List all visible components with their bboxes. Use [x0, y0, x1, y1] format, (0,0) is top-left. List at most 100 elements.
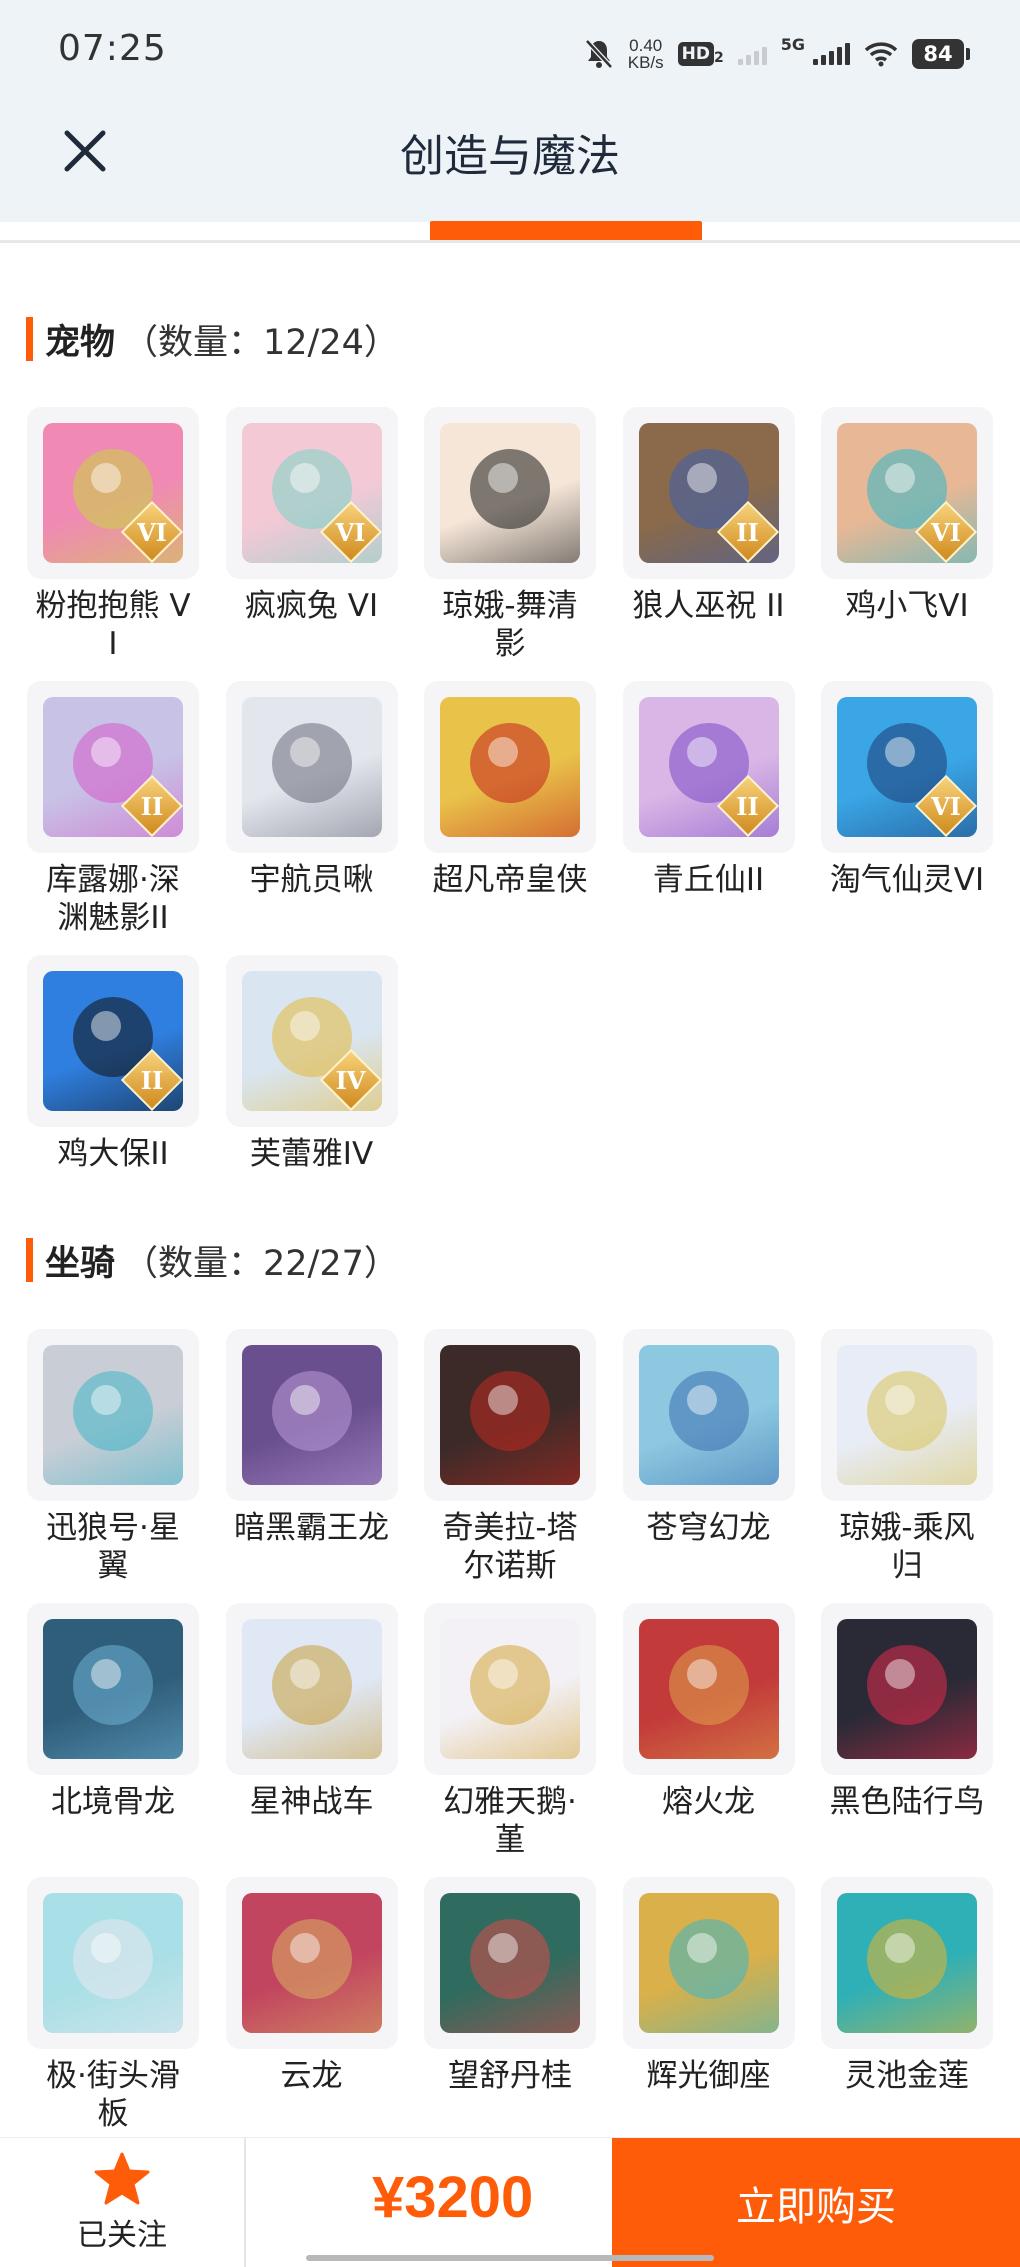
section-accent-bar	[26, 317, 33, 361]
mount-item[interactable]: 云龙	[225, 1877, 398, 2095]
tier-label: II	[736, 791, 759, 821]
top-area: 07:25 0.40 KB/s HD 2 5G 84 创造与魔法	[0, 0, 1020, 222]
item-thumbnail	[225, 1329, 398, 1501]
hd-sub: 2	[713, 50, 724, 66]
item-thumbnail	[821, 1603, 993, 1775]
mount-item[interactable]: 北境骨龙	[27, 1603, 199, 1821]
item-thumbnail	[821, 1877, 993, 2049]
item-name: 库露娜·深渊魅影II	[46, 862, 180, 936]
item-thumbnail	[424, 681, 596, 853]
battery-level: 84	[923, 42, 953, 66]
item-image	[638, 1619, 779, 1759]
item-image	[440, 1619, 580, 1759]
price-label: ¥3200	[372, 2165, 534, 2230]
mount-item[interactable]: 迅狼号·星翼	[27, 1329, 199, 1585]
pet-item[interactable]: 宇航员啾	[225, 681, 398, 899]
pet-item[interactable]: II 狼人巫祝 II	[622, 407, 795, 625]
item-image-shine	[91, 1659, 121, 1689]
buy-now-button[interactable]: 立即购买	[612, 2138, 1020, 2267]
mounts-section-count: （数量：22/27）	[123, 1243, 399, 1284]
item-name: 狼人巫祝 II	[632, 588, 785, 624]
pet-item[interactable]: VI 鸡小飞VI	[821, 407, 993, 625]
mount-item[interactable]: 辉光御座	[622, 1877, 795, 2095]
mount-item[interactable]: 望舒丹桂	[424, 1877, 596, 2095]
follow-button[interactable]: 已关注	[0, 2138, 244, 2267]
item-thumbnail	[424, 1603, 596, 1775]
tier-badge: II	[719, 777, 777, 835]
mount-item[interactable]: 奇美拉-塔尔诺斯	[424, 1329, 596, 1585]
mount-item[interactable]: 暗黑霸王龙	[225, 1329, 398, 1547]
pet-item[interactable]: VI 淘气仙灵VI	[821, 681, 993, 899]
item-name: 鸡小飞VI	[845, 588, 969, 624]
net-speed: 0.40 KB/s	[628, 37, 664, 71]
item-name: 芙蕾雅IV	[249, 1136, 374, 1172]
item-thumbnail: II	[622, 681, 795, 853]
star-icon	[94, 2152, 150, 2205]
pet-item[interactable]: II 青丘仙II	[622, 681, 795, 899]
pet-item[interactable]: 超凡帝皇侠	[424, 681, 596, 899]
item-thumbnail	[225, 1877, 398, 2049]
item-thumbnail	[424, 1329, 596, 1501]
item-image-shine	[686, 737, 717, 767]
bottom-divider	[244, 2138, 246, 2267]
mount-item[interactable]: 幻雅天鹅·堇	[424, 1603, 596, 1859]
mount-item[interactable]: 黑色陆行鸟	[821, 1603, 993, 1821]
item-image: II	[638, 423, 779, 563]
item-image-shine	[289, 737, 320, 767]
item-name: 黑色陆行鸟	[829, 1784, 985, 1820]
item-image	[241, 1345, 382, 1485]
network-type: 5G	[780, 34, 805, 54]
item-image	[638, 1345, 779, 1485]
net-speed-value: 0.40	[629, 36, 663, 55]
item-thumbnail	[821, 1329, 993, 1501]
tier-badge: VI	[917, 777, 975, 835]
pet-item[interactable]: VI 疯疯兔 VI	[225, 407, 398, 625]
mounts-section-header: 坐骑 （数量：22/27）	[26, 1235, 399, 1285]
signal-icon	[813, 43, 850, 65]
home-indicator[interactable]	[306, 2255, 714, 2261]
item-name: 奇美拉-塔尔诺斯	[442, 1510, 578, 1584]
item-image-shine	[289, 1933, 320, 1963]
item-image-shine	[686, 1933, 717, 1963]
item-image	[241, 1893, 382, 2033]
item-image	[837, 1345, 977, 1485]
pet-item[interactable]: IV 芙蕾雅IV	[225, 955, 398, 1173]
item-image: II	[638, 697, 779, 837]
pet-item[interactable]: II 库露娜·深渊魅影II	[27, 681, 199, 937]
item-thumbnail	[424, 1877, 596, 2049]
item-image-shine	[885, 463, 915, 493]
tier-label: VI	[335, 517, 366, 547]
item-name: 青丘仙II	[652, 862, 765, 898]
mount-item[interactable]: 灵池金莲	[821, 1877, 993, 2095]
item-image-shine	[686, 463, 717, 493]
item-image	[43, 1619, 183, 1759]
item-thumbnail	[622, 1603, 795, 1775]
item-thumbnail	[27, 1603, 199, 1775]
item-image-shine	[91, 1933, 121, 1963]
pet-item[interactable]: 琼娥-舞清影	[424, 407, 596, 663]
item-image-shine	[488, 1385, 518, 1415]
item-image	[43, 1893, 183, 2033]
item-image-shine	[488, 1933, 518, 1963]
mount-item[interactable]: 琼娥-乘风归	[821, 1329, 993, 1585]
tier-label: VI	[931, 517, 961, 547]
mount-item[interactable]: 苍穹幻龙	[622, 1329, 795, 1547]
item-image: VI	[241, 423, 382, 563]
active-tab-indicator	[430, 221, 702, 241]
item-name: 鸡大保II	[57, 1136, 169, 1172]
pet-item[interactable]: VI 粉抱抱熊 VI	[27, 407, 199, 663]
nav-bar: 创造与魔法	[0, 100, 1020, 222]
tier-label: VI	[931, 791, 961, 821]
item-name: 宇航员啾	[249, 862, 374, 898]
mount-item[interactable]: 极·街头滑板	[27, 1877, 199, 2133]
mount-item[interactable]: 熔火龙	[622, 1603, 795, 1821]
mount-item[interactable]: 星神战车	[225, 1603, 398, 1821]
item-thumbnail	[225, 1603, 398, 1775]
item-image	[440, 1345, 580, 1485]
item-image: VI	[43, 423, 183, 563]
item-image	[837, 1893, 977, 2033]
pet-item[interactable]: II 鸡大保II	[27, 955, 199, 1173]
tier-badge: II	[123, 777, 181, 835]
item-name: 熔火龙	[662, 1784, 755, 1820]
item-image	[440, 1893, 580, 2033]
